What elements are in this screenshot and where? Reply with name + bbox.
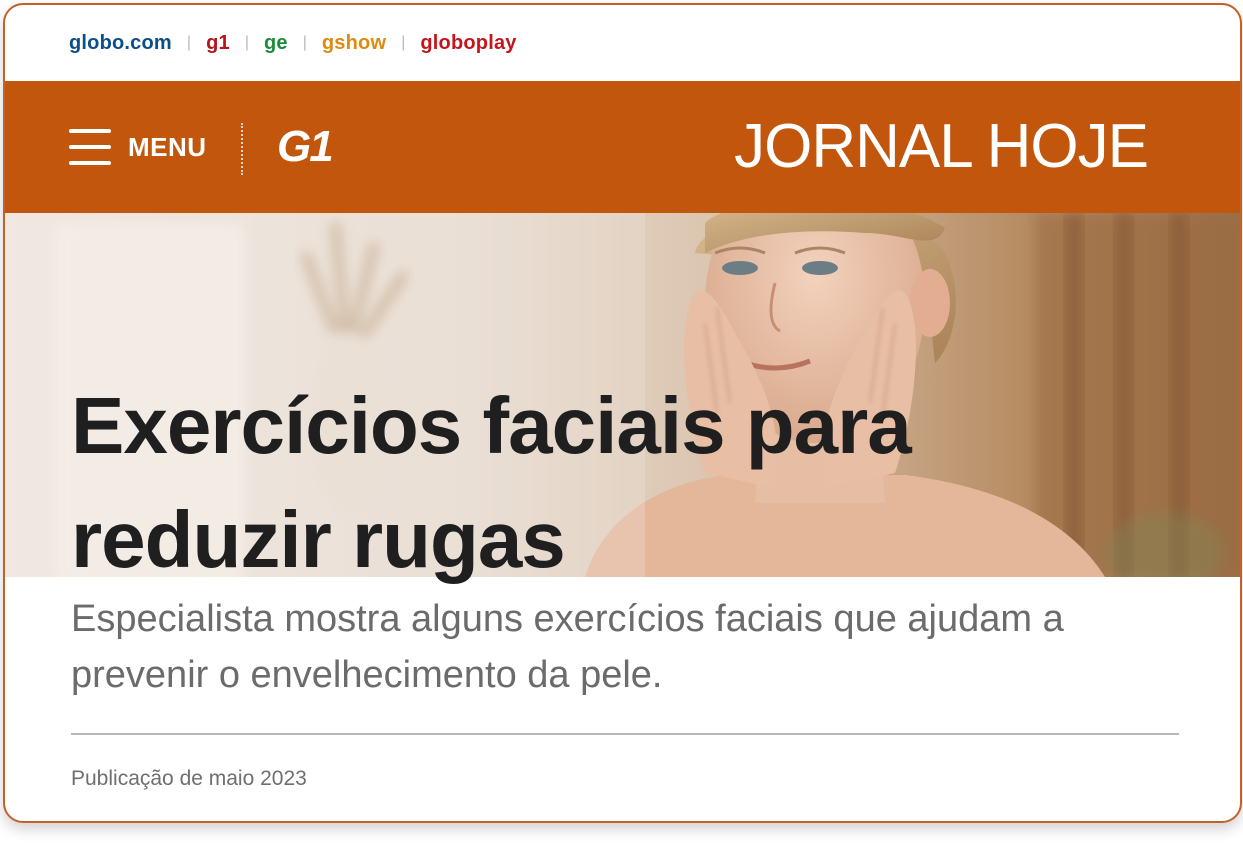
network-bar: globo.com | g1 | ge | gshow | globoplay	[5, 5, 1240, 81]
network-link-globo[interactable]: globo.com	[69, 32, 172, 55]
site-header: MENU G1 JORNAL HOJE	[5, 81, 1240, 213]
menu-button[interactable]: MENU	[69, 125, 207, 169]
article-standfirst: Especialista mostra alguns exercícios fa…	[71, 598, 1064, 696]
network-separator: |	[401, 34, 406, 51]
network-separator: |	[186, 34, 192, 51]
g1-logo[interactable]: G1	[277, 122, 334, 172]
network-separator: |	[302, 34, 307, 51]
network-link-globoplay[interactable]: globoplay	[420, 32, 516, 55]
publication-date: Publicação de maio 2023	[71, 767, 307, 790]
menu-label: MENU	[128, 131, 207, 162]
header-divider	[241, 123, 243, 175]
article-headline: Exercícios faciais para reduzir rugas	[71, 381, 912, 584]
network-link-ge[interactable]: ge	[264, 32, 288, 55]
article-card: globo.com | g1 | ge | gshow | globoplay …	[3, 3, 1242, 823]
hamburger-icon	[69, 129, 111, 165]
program-title[interactable]: JORNAL HOJE	[734, 111, 1149, 183]
network-link-g1[interactable]: g1	[206, 32, 230, 55]
network-link-gshow[interactable]: gshow	[322, 32, 386, 55]
divider	[71, 733, 1179, 735]
network-separator: |	[244, 34, 249, 51]
